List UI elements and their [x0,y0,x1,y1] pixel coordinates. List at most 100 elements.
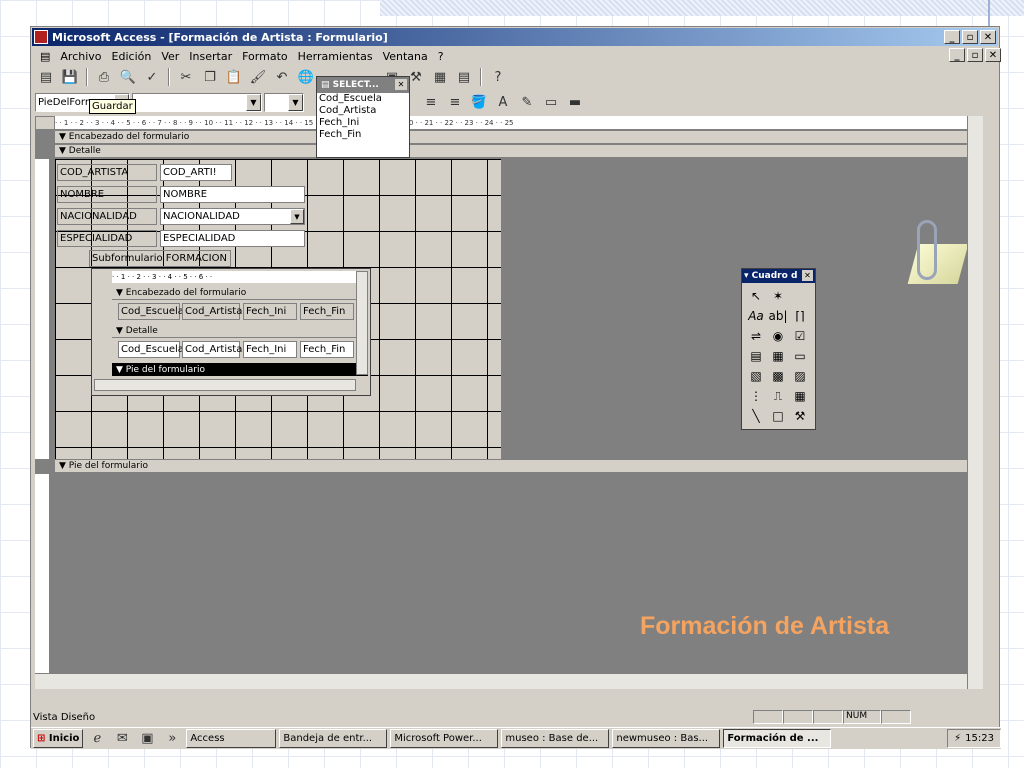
subform-header-cell[interactable]: Cod_Artista [182,303,242,320]
menu-herramientas[interactable]: Herramientas [293,50,378,63]
image-icon[interactable]: ▧ [746,367,766,385]
chevron-down-icon[interactable]: ▼ [288,93,303,111]
menu-ver[interactable]: Ver [156,50,184,63]
undo-icon[interactable]: ↶ [271,67,293,87]
detail-section-bar[interactable]: ▼ Detalle [55,145,983,158]
save-icon[interactable]: 💾 [59,67,81,87]
toolbox-title-bar[interactable]: ▾ Cuadro d ✕ [742,269,815,283]
field-label[interactable]: COD_ARTISTA [57,164,157,181]
view-icon[interactable]: ▤ [35,67,57,87]
line-icon[interactable]: ╲ [746,407,766,425]
label-tool-icon[interactable]: Aa [746,307,766,325]
restore-button[interactable]: ▫ [962,30,978,44]
close-icon[interactable]: ✕ [802,270,813,281]
taskbar-item[interactable]: museo : Base de... [501,729,610,748]
field-textbox[interactable]: ESPECIALIDAD [160,230,305,247]
subform-icon[interactable]: ▦ [790,387,810,405]
subform-textbox[interactable]: Cod_Escuela [118,341,184,358]
subform-header-bar[interactable]: ▼ Encabezado del formulario [112,287,368,300]
align-center-icon[interactable]: ≡ [420,92,442,112]
taskbar-item[interactable]: newmuseo : Bas... [612,729,721,748]
menu-archivo[interactable]: Archivo [55,50,106,63]
office-assistant[interactable] [895,216,969,291]
subform-header-cell[interactable]: Fech_Fin [300,303,354,320]
desktop-icon[interactable]: ▣ [136,729,158,749]
unbound-object-icon[interactable]: ▩ [768,367,788,385]
subform-textbox[interactable]: Fech_Ini [243,341,297,358]
menu-ventana[interactable]: Ventana [378,50,433,63]
combo-box-icon[interactable]: ▤ [746,347,766,365]
field-combobox[interactable]: NACIONALIDAD ▼ [160,208,305,225]
outlook-icon[interactable]: ✉ [111,729,133,749]
menu-insertar[interactable]: Insertar [184,50,237,63]
subform-textbox[interactable]: Fech_Fin [300,341,354,358]
tab-control-icon[interactable]: ⎍ [768,387,788,405]
taskbar-item[interactable]: Bandeja de entr... [279,729,388,748]
font-color-icon[interactable]: A [492,92,514,112]
form-selector[interactable] [35,116,55,130]
page-break-icon[interactable]: ⋮ [746,387,766,405]
menu-formato[interactable]: Formato [237,50,293,63]
print-icon[interactable]: ⎙ [93,67,115,87]
special-effect-icon[interactable]: ▬ [564,92,586,112]
close-icon[interactable]: ✕ [395,79,407,90]
copy-icon[interactable]: ❐ [199,67,221,87]
control-wizard-icon[interactable]: ✶ [768,287,788,305]
new-object-icon[interactable]: ▤ [453,67,475,87]
minimize-button[interactable]: _ [944,30,960,44]
doc-minimize-button[interactable]: _ [949,48,965,62]
form-footer-section-bar[interactable]: ▼ Pie del formulario [55,460,983,473]
subform-textbox[interactable]: Cod_Artista [182,341,242,358]
chevron-down-icon[interactable]: ▼ [246,93,261,111]
field-list-item[interactable]: Cod_Artista [317,105,409,117]
cut-icon[interactable]: ✂ [175,67,197,87]
form-menu-icon[interactable]: ▤ [35,50,55,63]
font-combo[interactable]: ▼ [132,92,262,112]
field-label[interactable]: NACIONALIDAD [57,208,157,225]
taskbar-item[interactable]: Microsoft Power... [390,729,499,748]
field-list-item[interactable]: Cod_Escuela [317,93,409,105]
field-list-title-bar[interactable]: ▤ SELECT... ✕ [317,77,409,93]
line-width-icon[interactable]: ▭ [540,92,562,112]
option-group-icon[interactable]: ⌈⌉ [790,307,810,325]
subform-header-cell[interactable]: Cod_Escuela [118,303,184,320]
font-size-combo[interactable]: ▼ [264,92,304,112]
field-label[interactable]: ESPECIALIDAD [57,230,157,247]
subform-label[interactable]: Subformulario FORMACION [89,250,231,267]
subform-horizontal-scrollbar[interactable] [94,379,356,391]
start-button[interactable]: ⊞ Inicio [33,729,84,748]
vertical-scrollbar[interactable] [967,116,983,689]
help-icon[interactable]: ? [487,67,509,87]
fill-color-icon[interactable]: 🪣 [468,92,490,112]
list-box-icon[interactable]: ▦ [768,347,788,365]
radio-button-icon[interactable]: ◉ [768,327,788,345]
select-objects-icon[interactable]: ↖ [746,287,766,305]
more-controls-icon[interactable]: ⚒ [790,407,810,425]
command-button-icon[interactable]: ▭ [790,347,810,365]
horizontal-scrollbar[interactable] [35,673,967,689]
align-right-icon[interactable]: ≡ [444,92,466,112]
bound-object-icon[interactable]: ▨ [790,367,810,385]
subform-detail-bar[interactable]: ▼ Detalle [112,325,368,338]
preview-icon[interactable]: 🔍 [117,67,139,87]
rectangle-icon[interactable]: □ [768,407,788,425]
spelling-icon[interactable]: ✓ [141,67,163,87]
taskbar-item-active[interactable]: Formación de ... [723,729,832,748]
close-button[interactable]: ✕ [980,30,996,44]
doc-close-button[interactable]: ✕ [985,48,1001,62]
database-window-icon[interactable]: ▦ [429,67,451,87]
chevron-down-icon[interactable]: ▼ [290,209,304,224]
line-color-icon[interactable]: ✎ [516,92,538,112]
field-list-item[interactable]: Fech_Fin [317,129,409,141]
field-textbox[interactable]: NOMBRE [160,186,305,203]
paste-icon[interactable]: 📋 [223,67,245,87]
menu-help[interactable]: ? [433,50,449,63]
field-list-item[interactable]: Fech_Ini [317,117,409,129]
tray-icon[interactable]: ⚡ [954,733,961,744]
subform-header-cell[interactable]: Fech_Ini [243,303,297,320]
ie-icon[interactable]: ℯ [86,729,108,749]
textbox-tool-icon[interactable]: ab| [768,307,788,325]
form-header-section-bar[interactable]: ▼ Encabezado del formulario [55,131,983,144]
subform-footer-bar[interactable]: ▼ Pie del formulario [112,363,368,376]
taskbar-item[interactable]: Access [186,729,277,748]
